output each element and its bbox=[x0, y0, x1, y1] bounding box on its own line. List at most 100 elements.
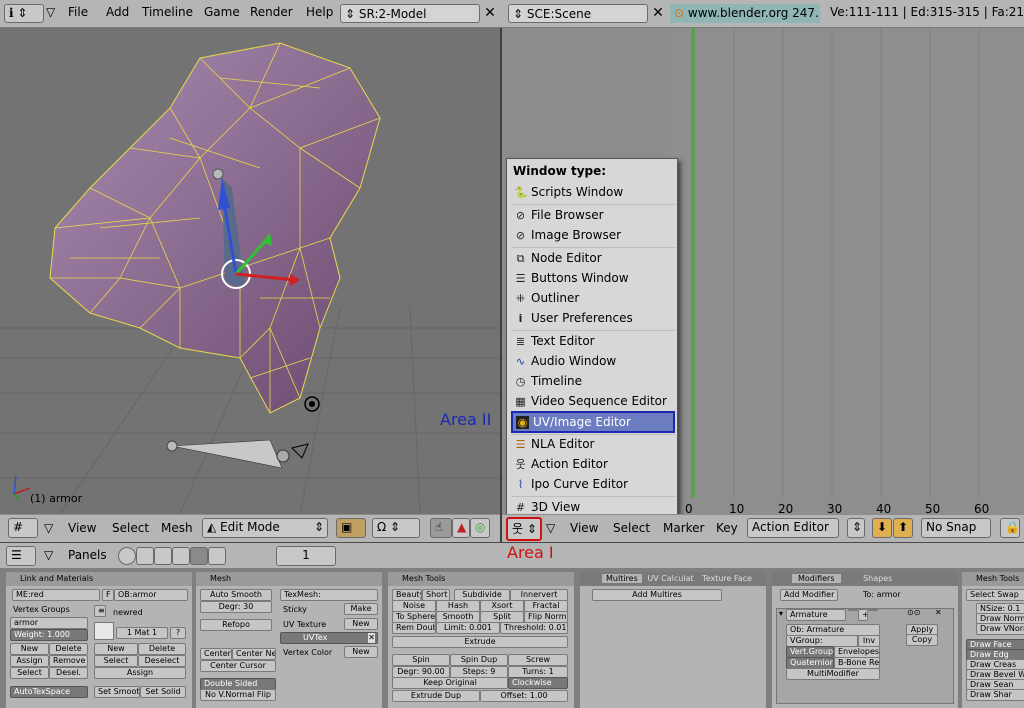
menu-file[interactable]: File bbox=[68, 5, 88, 19]
collapse-arrow-icon[interactable]: ▽ bbox=[44, 521, 53, 535]
menu-item-ipo-curve-editor[interactable]: ⌇ Ipo Curve Editor bbox=[511, 475, 675, 494]
expand-arrow-icon[interactable]: ▾ bbox=[776, 609, 786, 619]
vgroup-new-button[interactable]: New bbox=[10, 643, 49, 655]
lock-icon[interactable]: 🔒 bbox=[1000, 518, 1020, 538]
close-screen-icon[interactable]: ✕ bbox=[481, 4, 499, 23]
texmesh-field[interactable]: TexMesh: bbox=[280, 589, 378, 601]
cage-toggle-icon[interactable] bbox=[868, 609, 878, 611]
draw-sharp-toggle[interactable]: Draw Shar bbox=[966, 689, 1024, 701]
hand-manipulator-icon[interactable]: ☝ bbox=[430, 518, 452, 538]
vertex-group-select[interactable]: armor bbox=[10, 617, 88, 629]
material-help[interactable]: ? bbox=[170, 627, 186, 639]
keep-original-toggle[interactable]: Keep Original bbox=[392, 677, 508, 689]
menu-game[interactable]: Game bbox=[204, 5, 240, 19]
menu-add[interactable]: Add bbox=[106, 5, 129, 19]
collapse-arrow-icon[interactable]: ▽ bbox=[46, 5, 55, 19]
action-browse-button[interactable]: ⇕ bbox=[847, 518, 865, 538]
menu-item-action-editor[interactable]: 웃 Action Editor bbox=[511, 455, 675, 474]
shading-icon[interactable] bbox=[154, 547, 172, 565]
info-window-type-button[interactable]: i ⇕ bbox=[4, 4, 44, 23]
copy-button[interactable]: Copy bbox=[906, 634, 938, 646]
move-up-down-icon[interactable]: ⊙⊙ bbox=[904, 608, 923, 618]
menu-item-scripts[interactable]: 🐍 Scripts Window bbox=[511, 183, 675, 202]
extrude-button[interactable]: Extrude bbox=[392, 636, 568, 648]
close-icon[interactable]: ✕ bbox=[932, 608, 945, 618]
draw-type-button[interactable]: ▣ bbox=[336, 518, 366, 538]
window-type-menu[interactable]: Window type: 🐍 Scripts Window ⊘ File Brows… bbox=[506, 158, 678, 516]
close-icon[interactable]: ✕ bbox=[368, 633, 375, 643]
menu-select[interactable]: Select bbox=[613, 521, 650, 535]
rem-doubles-button[interactable]: Rem Doubl bbox=[392, 622, 436, 634]
editor-mode-selector[interactable]: Action Editor bbox=[747, 518, 839, 538]
refopo-button[interactable]: Refopo bbox=[200, 619, 272, 631]
autotexspace-toggle[interactable]: AutoTexSpace bbox=[10, 686, 88, 698]
menu-item-outliner[interactable]: ⁜ Outliner bbox=[511, 289, 675, 308]
menu-item-buttons-window[interactable]: ☰ Buttons Window bbox=[511, 269, 675, 288]
material-delete-button[interactable]: Delete bbox=[138, 643, 186, 655]
menu-mesh[interactable]: Mesh bbox=[161, 521, 193, 535]
logic-icon[interactable] bbox=[118, 547, 136, 565]
material-index[interactable]: 1 Mat 1 bbox=[116, 627, 168, 639]
collapse-arrow-icon[interactable]: ▽ bbox=[546, 521, 555, 535]
menu-item-file-browser[interactable]: ⊘ File Browser bbox=[511, 206, 675, 225]
set-smooth-button[interactable]: Set Smoot bbox=[94, 686, 140, 698]
weight-slider[interactable]: Weight: 1.000 bbox=[10, 629, 88, 641]
vgroup-assign-button[interactable]: Assign bbox=[10, 655, 49, 667]
tab-modifiers[interactable]: Modifiers bbox=[792, 574, 841, 583]
close-scene-icon[interactable]: ✕ bbox=[649, 4, 667, 23]
draw-vnormals-toggle[interactable]: Draw VNorm bbox=[976, 623, 1024, 635]
menu-timeline[interactable]: Timeline bbox=[142, 5, 193, 19]
menu-item-timeline[interactable]: ◷ Timeline bbox=[511, 372, 675, 391]
paste-pose-icon[interactable]: ⬆ bbox=[893, 518, 913, 538]
scene-icon[interactable] bbox=[208, 547, 226, 565]
render-toggle-icon[interactable] bbox=[848, 609, 858, 611]
menu-item-text-editor[interactable]: ≣ Text Editor bbox=[511, 332, 675, 351]
menu-item-uv-image-editor[interactable]: ◉ UV/Image Editor bbox=[511, 411, 675, 433]
threshold-field[interactable]: Threshold: 0.010 bbox=[500, 622, 568, 634]
object-icon[interactable] bbox=[172, 547, 190, 565]
material-select-button[interactable]: Select bbox=[94, 655, 138, 667]
material-new-button[interactable]: New bbox=[94, 643, 138, 655]
spin-button[interactable]: Spin bbox=[392, 654, 450, 666]
uv-texture-new-button[interactable]: New bbox=[344, 618, 378, 630]
panel-title[interactable]: Mesh Tools bbox=[388, 572, 574, 586]
menu-item-audio-window[interactable]: ∿ Audio Window bbox=[511, 352, 675, 371]
no-vnormal-flip-toggle[interactable]: No V.Normal Flip bbox=[200, 689, 276, 701]
window-type-button[interactable]: ☰ bbox=[6, 546, 36, 566]
mesh-name-field[interactable]: ME:red bbox=[12, 589, 100, 601]
vertex-color-new-button[interactable]: New bbox=[344, 646, 378, 658]
vgroup-deselect-button[interactable]: Desel. bbox=[49, 667, 88, 679]
extrude-dup-button[interactable]: Extrude Dup bbox=[392, 690, 480, 702]
sticky-make-button[interactable]: Make bbox=[344, 603, 378, 615]
tab-shapes[interactable]: Shapes bbox=[843, 574, 912, 583]
center-cursor-button[interactable]: Center Cursor bbox=[200, 660, 276, 672]
scene-selector[interactable]: ⇕ SCE:Scene bbox=[508, 4, 648, 23]
vgroup-remove-button[interactable]: Remove bbox=[49, 655, 88, 667]
panel-title[interactable]: Mesh bbox=[196, 572, 382, 586]
copy-pose-icon[interactable]: ⬇ bbox=[872, 518, 892, 538]
material-assign-button[interactable]: Assign bbox=[94, 667, 186, 679]
window-type-button[interactable]: # bbox=[8, 518, 38, 538]
object-name-field[interactable]: OB:armor bbox=[114, 589, 188, 601]
auto-smooth-toggle[interactable]: Auto Smooth bbox=[200, 589, 272, 601]
panel-title[interactable]: Mesh Tools bbox=[962, 572, 1024, 586]
menu-marker[interactable]: Marker bbox=[663, 521, 704, 535]
menu-key[interactable]: Key bbox=[716, 521, 738, 535]
menu-view[interactable]: View bbox=[68, 521, 96, 535]
editmode-toggle-icon[interactable]: + bbox=[858, 609, 868, 621]
select-swap-button[interactable]: Select Swap bbox=[966, 589, 1024, 601]
menu-item-user-preferences[interactable]: i User Preferences bbox=[511, 309, 675, 328]
add-modifier-button[interactable]: Add Modifier bbox=[780, 589, 838, 601]
fake-user-button[interactable]: F bbox=[102, 589, 114, 601]
pivot-button[interactable]: Ω ⇕ bbox=[372, 518, 420, 538]
camera-object[interactable] bbox=[166, 439, 309, 469]
script-icon[interactable] bbox=[136, 547, 154, 565]
set-solid-button[interactable]: Set Solid bbox=[140, 686, 186, 698]
smooth-degree-field[interactable]: Degr: 30 bbox=[200, 601, 272, 613]
screw-button[interactable]: Screw bbox=[508, 654, 568, 666]
screen-selector[interactable]: ⇕ SR:2-Model bbox=[340, 4, 480, 23]
collapse-arrow-icon[interactable]: ▽ bbox=[44, 548, 53, 562]
vgroup-select-button[interactable]: Select bbox=[10, 667, 49, 679]
menu-render[interactable]: Render bbox=[250, 5, 293, 19]
center-new-button[interactable]: Center New bbox=[232, 648, 276, 660]
